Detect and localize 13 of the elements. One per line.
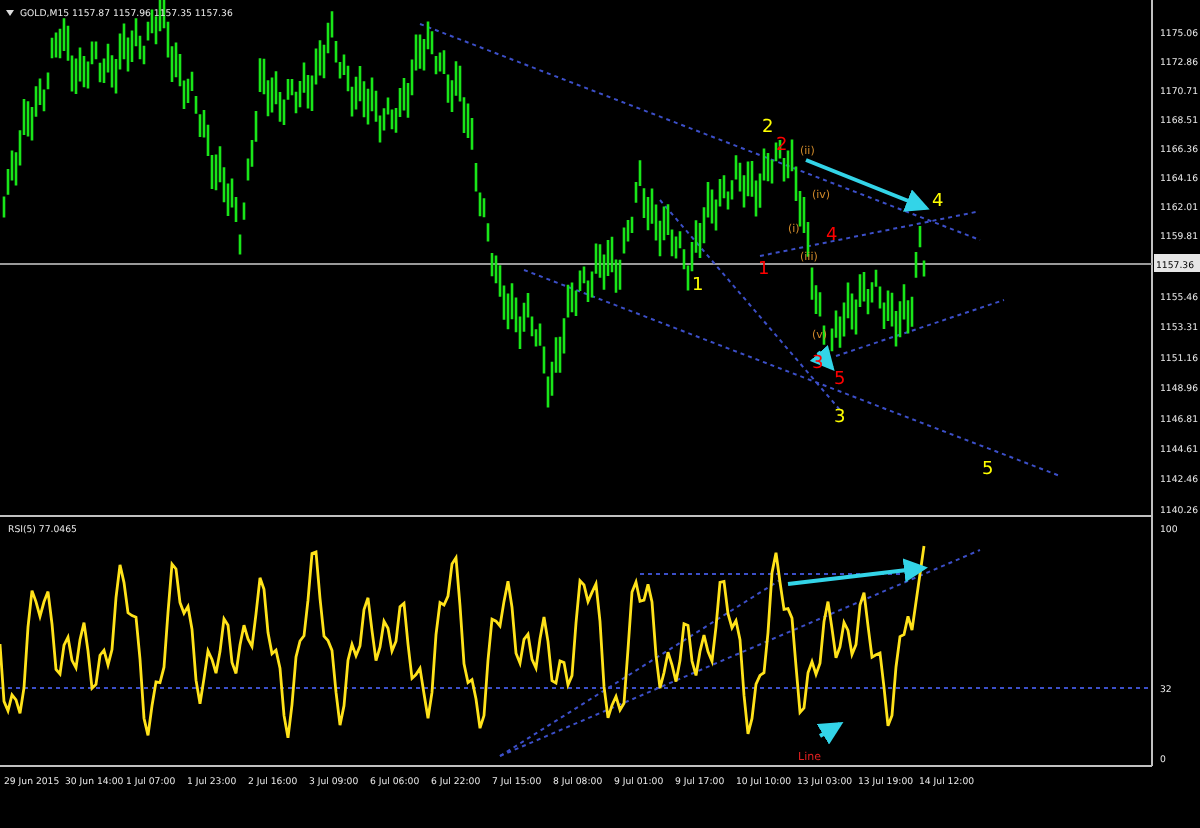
- triangle-icon: [6, 10, 14, 16]
- wave-label: 1: [758, 260, 770, 280]
- wave-label: 4: [932, 192, 944, 212]
- wave-label: 5: [834, 370, 846, 390]
- wave-label: 2: [762, 118, 774, 138]
- wave-label: 3: [834, 408, 846, 428]
- arrow: [816, 721, 844, 745]
- current-price-badge: [1154, 254, 1200, 272]
- wave-label: 1: [692, 276, 704, 296]
- wave-label: 5: [982, 460, 994, 480]
- arrow: [805, 158, 930, 212]
- wave-label: 4: [826, 226, 838, 246]
- arrow: [787, 558, 928, 586]
